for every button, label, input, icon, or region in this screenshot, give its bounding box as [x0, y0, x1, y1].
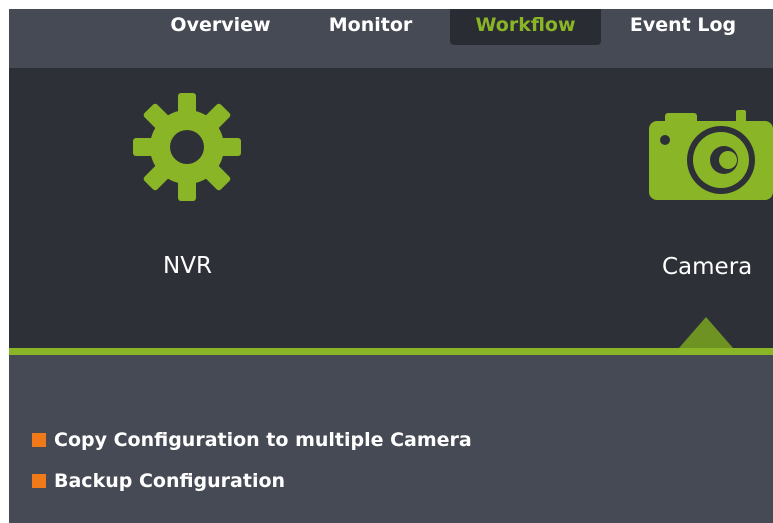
accent-divider [9, 348, 773, 355]
device-panel: NVR Camera [9, 68, 773, 348]
camera-icon [649, 110, 773, 200]
action-backup-configuration[interactable]: Backup Configuration [32, 468, 285, 494]
action-label: Backup Configuration [54, 470, 286, 492]
tab-event-log[interactable]: Event Log [619, 9, 747, 45]
tab-workflow[interactable]: Workflow [450, 9, 601, 45]
device-label-camera: Camera [662, 254, 753, 280]
action-list: Copy Configuration to multiple Camera Ba… [9, 355, 773, 523]
top-navigation: Overview Monitor Workflow Event Log [9, 9, 773, 68]
device-camera[interactable]: Camera [645, 103, 773, 281]
bullet-icon [32, 474, 46, 488]
tab-monitor[interactable]: Monitor [319, 9, 422, 45]
selection-pointer [679, 317, 733, 348]
gear-icon [133, 93, 241, 201]
app-frame: Overview Monitor Workflow Event Log NVR … [9, 9, 773, 523]
tab-overview[interactable]: Overview [159, 9, 282, 45]
device-label-nvr: NVR [163, 253, 212, 279]
action-copy-configuration[interactable]: Copy Configuration to multiple Camera [32, 427, 472, 453]
bullet-icon [32, 433, 46, 447]
device-nvr[interactable]: NVR [129, 90, 249, 280]
action-label: Copy Configuration to multiple Camera [54, 429, 472, 451]
